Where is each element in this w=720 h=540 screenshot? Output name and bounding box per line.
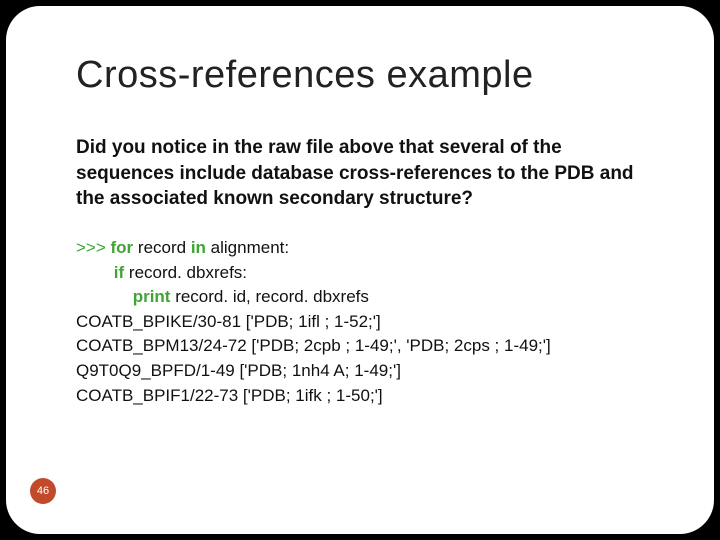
- kw-in: in: [191, 238, 206, 257]
- page-number: 46: [37, 485, 49, 497]
- loop-tail: alignment:: [206, 238, 289, 257]
- page-number-badge: 46: [30, 478, 56, 504]
- kw-if: if: [114, 263, 124, 282]
- print-tail: record. id, record. dbxrefs: [170, 287, 368, 306]
- slide: Cross-references example Did you notice …: [6, 6, 714, 534]
- output-line-3: Q9T0Q9_BPFD/1-49 ['PDB; 1nh4 A; 1-49;']: [76, 361, 401, 380]
- output-line-4: COATB_BPIF1/22-73 ['PDB; 1ifk ; 1-50;']: [76, 386, 383, 405]
- intro-text: Did you notice in the raw file above tha…: [76, 135, 654, 212]
- output-line-1: COATB_BPIKE/30-81 ['PDB; 1ifl ; 1-52;']: [76, 312, 381, 331]
- loop-var: record: [133, 238, 191, 257]
- code-block: >>> for record in alignment: if record. …: [76, 236, 654, 408]
- slide-title: Cross-references example: [76, 54, 654, 97]
- if-tail: record. dbxrefs:: [124, 263, 247, 282]
- kw-print: print: [133, 287, 171, 306]
- prompt: >>>: [76, 238, 111, 257]
- kw-for: for: [111, 238, 134, 257]
- output-line-2: COATB_BPM13/24-72 ['PDB; 2cpb ; 1-49;', …: [76, 336, 551, 355]
